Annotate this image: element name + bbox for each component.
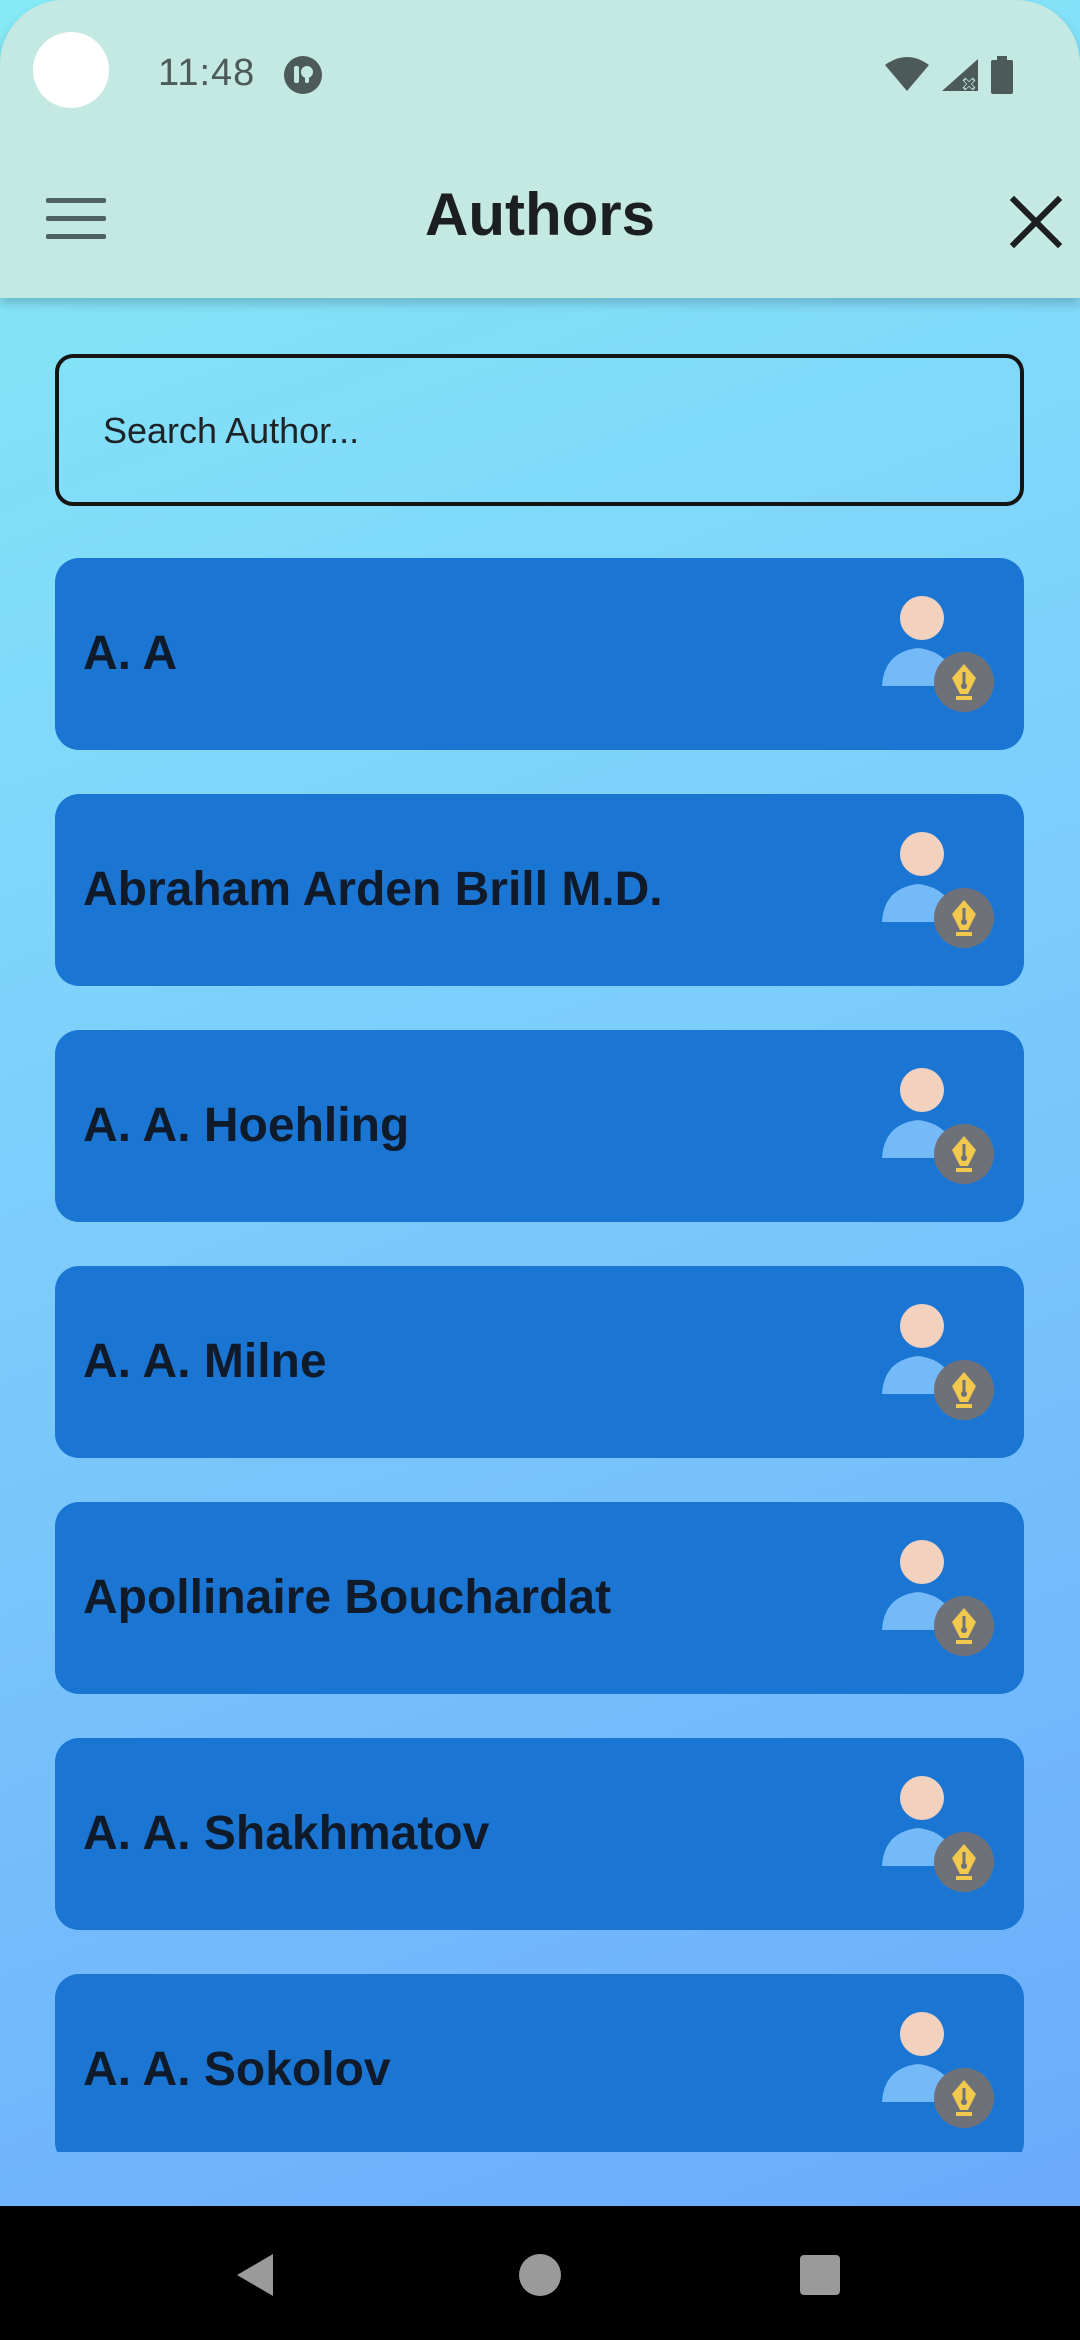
author-name: A. A. Sokolov xyxy=(83,2043,391,2096)
author-avatar-pen-icon xyxy=(880,1066,996,1184)
author-avatar-pen-icon xyxy=(880,1538,996,1656)
author-card[interactable]: Abraham Arden Brill M.D. xyxy=(55,794,1024,986)
author-name: Abraham Arden Brill M.D. xyxy=(83,863,663,916)
author-name: A. A. Shakhmatov xyxy=(83,1807,490,1860)
search-box xyxy=(55,354,1024,506)
author-name: A. A. Hoehling xyxy=(83,1099,410,1152)
battery-icon xyxy=(991,56,1013,94)
author-name: A. A. Milne xyxy=(83,1335,327,1388)
author-avatar-pen-icon xyxy=(880,1774,996,1892)
back-icon[interactable] xyxy=(210,2230,300,2320)
author-avatar-pen-icon xyxy=(880,830,996,948)
page-title: Authors xyxy=(425,181,655,248)
search-input[interactable] xyxy=(101,358,985,504)
home-icon[interactable] xyxy=(495,2230,585,2320)
author-card[interactable]: A. A. Shakhmatov xyxy=(55,1738,1024,1930)
system-nav-bar xyxy=(0,2206,1080,2340)
author-card[interactable]: A. A. Sokolov xyxy=(55,1974,1024,2152)
author-name: Apollinaire Bouchardat xyxy=(83,1571,612,1624)
author-card[interactable]: A. A. Hoehling xyxy=(55,1030,1024,1222)
status-icons xyxy=(884,56,1014,94)
author-card[interactable]: A. A. Milne xyxy=(55,1266,1024,1458)
author-card[interactable]: A. A xyxy=(55,558,1024,750)
close-icon[interactable] xyxy=(1004,190,1068,254)
signal-no-service-icon xyxy=(942,59,978,91)
author-avatar-pen-icon xyxy=(880,1302,996,1420)
pocket-app-icon xyxy=(284,56,322,94)
author-list: A. A Abraham Arden Brill M.D. A. A. Hoeh… xyxy=(55,558,1024,2152)
camera-cutout xyxy=(33,32,109,108)
app-screen: 11:48 Authors Search Author... A. A Abra… xyxy=(0,0,1080,2340)
status-time: 11:48 xyxy=(158,52,256,94)
author-name: A. A xyxy=(83,627,178,680)
author-card[interactable]: Apollinaire Bouchardat xyxy=(55,1502,1024,1694)
wifi-icon xyxy=(885,57,929,91)
author-avatar-pen-icon xyxy=(880,594,996,712)
recents-icon[interactable] xyxy=(775,2230,865,2320)
author-avatar-pen-icon xyxy=(880,2010,996,2128)
app-header: 11:48 Authors xyxy=(0,0,1080,298)
